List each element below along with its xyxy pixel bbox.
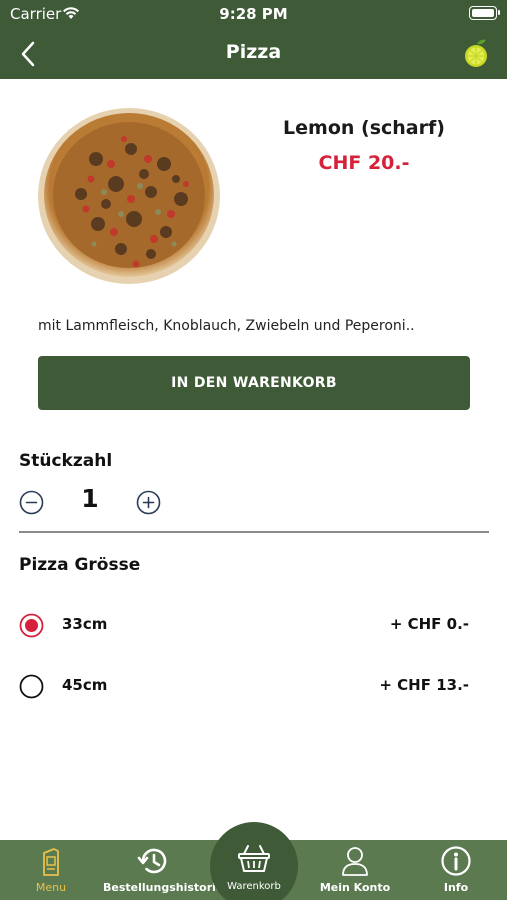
product-name: Lemon (scharf) xyxy=(283,117,445,139)
minus-circle-icon[interactable] xyxy=(19,490,44,515)
page-title: Pizza xyxy=(225,41,282,63)
history-icon xyxy=(137,845,169,877)
add-to-cart-button[interactable]: IN DEN WARENKORB xyxy=(38,356,470,410)
tab-label: Warenkorb xyxy=(227,881,281,892)
quantity-label: Stückzahl xyxy=(19,451,113,471)
size-option-price: + CHF 0.- xyxy=(389,615,469,633)
tab-label: Mein Konto xyxy=(319,881,391,894)
plus-circle-icon[interactable] xyxy=(136,490,161,515)
size-option-name: 33cm xyxy=(62,615,108,633)
navigation-bar: Pizza xyxy=(0,28,507,79)
size-option-name: 45cm xyxy=(62,676,108,694)
tab-order-history[interactable]: Bestellungshistorie xyxy=(103,840,224,900)
menu-icon xyxy=(40,845,62,877)
tab-label: Bestellungshistorie xyxy=(103,881,224,894)
tab-label: Info xyxy=(443,881,469,894)
basket-icon xyxy=(237,842,271,874)
user-icon xyxy=(340,845,370,877)
tab-menu[interactable]: Menu xyxy=(1,840,101,900)
battery-icon xyxy=(469,6,500,20)
radio-unselected-icon[interactable] xyxy=(19,674,44,699)
product-price: CHF 20.- xyxy=(318,152,410,174)
size-option-33cm[interactable]: 33cm + CHF 0.- xyxy=(0,605,507,645)
info-icon xyxy=(440,845,472,877)
clock-label: 9:28 PM xyxy=(219,5,288,23)
tab-my-account[interactable]: Mein Konto xyxy=(305,840,405,900)
pizza-image xyxy=(36,104,222,286)
product-description: mit Lammfleisch, Knoblauch, Zwiebeln und… xyxy=(38,318,415,334)
radio-selected-icon[interactable] xyxy=(19,613,44,638)
size-label: Pizza Grösse xyxy=(19,555,141,575)
size-option-45cm[interactable]: 45cm + CHF 13.- xyxy=(0,666,507,706)
tab-cart[interactable]: Warenkorb xyxy=(210,822,298,900)
section-divider xyxy=(19,531,489,533)
lemon-logo-icon xyxy=(461,37,493,69)
tab-info[interactable]: Info xyxy=(406,840,506,900)
add-to-cart-label: IN DEN WARENKORB xyxy=(171,375,337,391)
size-option-price: + CHF 13.- xyxy=(379,676,469,694)
quantity-value: 1 xyxy=(81,484,99,513)
status-bar: Carrier 9:28 PM xyxy=(0,0,507,28)
tab-label: Menu xyxy=(35,881,67,894)
